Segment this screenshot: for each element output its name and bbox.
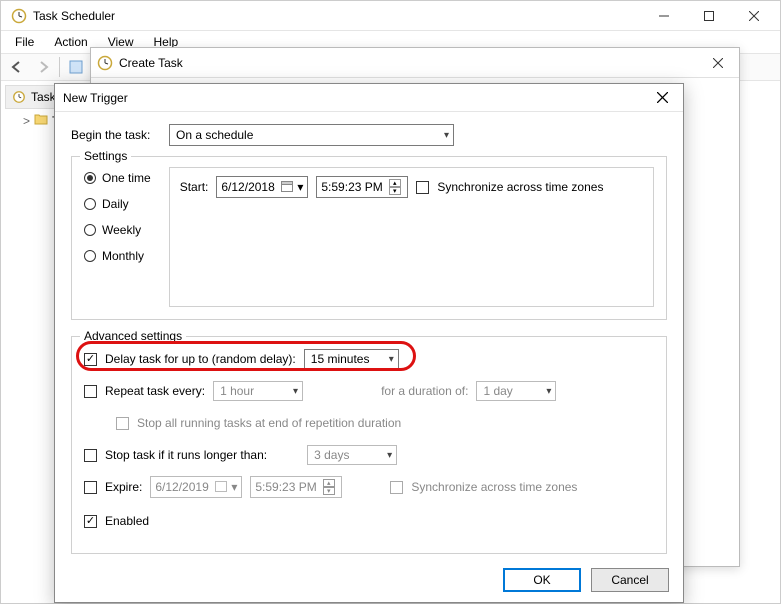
maximize-button[interactable] bbox=[686, 2, 731, 30]
radio-icon bbox=[84, 224, 96, 236]
expire-date-field[interactable]: 6/12/2019 ▾ bbox=[150, 476, 242, 498]
sync-tz-checkbox[interactable] bbox=[416, 181, 429, 194]
menu-file[interactable]: File bbox=[7, 33, 42, 51]
stop-if-checkbox[interactable] bbox=[84, 449, 97, 462]
start-date-field[interactable]: 6/12/2018 ▾ bbox=[216, 176, 308, 198]
start-time-value: 5:59:23 PM bbox=[321, 180, 382, 194]
dialog-button-row: OK Cancel bbox=[503, 568, 669, 592]
begin-task-combo[interactable]: On a schedule ▾ bbox=[169, 124, 454, 146]
chevron-down-icon: ▾ bbox=[387, 450, 392, 461]
radio-daily[interactable]: Daily bbox=[84, 197, 151, 211]
repeat-checkbox[interactable] bbox=[84, 385, 97, 398]
stop-if-value: 3 days bbox=[314, 448, 349, 462]
enabled-checkbox[interactable] bbox=[84, 515, 97, 528]
chevron-down-icon: ▾ bbox=[231, 480, 237, 494]
enabled-label: Enabled bbox=[105, 514, 149, 528]
start-label: Start: bbox=[180, 180, 209, 194]
stop-if-value-combo[interactable]: 3 days ▾ bbox=[307, 445, 397, 465]
folder-icon bbox=[34, 113, 48, 128]
ok-button[interactable]: OK bbox=[503, 568, 581, 592]
expire-time-field[interactable]: 5:59:23 PM ▴ ▾ bbox=[250, 476, 342, 498]
spin-down-icon[interactable]: ▾ bbox=[389, 187, 401, 195]
expire-date-value: 6/12/2019 bbox=[155, 480, 208, 494]
schedule-radio-group: One time Daily Weekly Monthly bbox=[84, 167, 151, 307]
nav-back-button[interactable] bbox=[5, 56, 29, 78]
begin-task-label: Begin the task: bbox=[71, 128, 159, 142]
create-task-titlebar: Create Task bbox=[91, 48, 739, 78]
radio-monthly[interactable]: Monthly bbox=[84, 249, 151, 263]
create-task-clock-icon bbox=[97, 55, 113, 71]
chevron-down-icon: ▾ bbox=[546, 386, 551, 397]
spin-down-icon[interactable]: ▾ bbox=[323, 487, 335, 495]
time-spinner[interactable]: ▴ ▾ bbox=[389, 179, 401, 195]
advanced-group: Advanced settings Delay task for up to (… bbox=[71, 336, 667, 554]
expire-sync-tz-label: Synchronize across time zones bbox=[411, 480, 577, 494]
new-trigger-dialog: New Trigger Begin the task: On a schedul… bbox=[54, 83, 684, 603]
task-scheduler-window: Task Scheduler File Action View Help Tas… bbox=[0, 0, 781, 604]
expire-checkbox[interactable] bbox=[84, 481, 97, 494]
settings-group: Settings One time Daily Weekly Monthly S… bbox=[71, 156, 667, 320]
time-spinner[interactable]: ▴ ▾ bbox=[323, 479, 335, 495]
trigger-title: New Trigger bbox=[63, 91, 128, 105]
radio-weekly[interactable]: Weekly bbox=[84, 223, 151, 237]
delay-value-combo[interactable]: 15 minutes ▾ bbox=[304, 349, 399, 369]
chevron-down-icon: ▾ bbox=[444, 130, 449, 141]
main-window-title: Task Scheduler bbox=[33, 9, 641, 23]
start-panel: Start: 6/12/2018 ▾ 5:59:23 PM bbox=[169, 167, 654, 307]
spin-up-icon[interactable]: ▴ bbox=[323, 479, 335, 487]
window-controls bbox=[641, 2, 776, 30]
spin-up-icon[interactable]: ▴ bbox=[389, 179, 401, 187]
stop-all-checkbox bbox=[116, 417, 129, 430]
nav-forward-button[interactable] bbox=[31, 56, 55, 78]
repeat-value: 1 hour bbox=[220, 384, 254, 398]
settings-legend: Settings bbox=[80, 149, 131, 163]
advanced-legend: Advanced settings bbox=[80, 329, 186, 343]
begin-task-value: On a schedule bbox=[176, 128, 253, 142]
duration-value: 1 day bbox=[483, 384, 512, 398]
radio-one-time[interactable]: One time bbox=[84, 171, 151, 185]
trigger-body: Begin the task: On a schedule ▾ Settings… bbox=[55, 112, 683, 566]
stop-if-label: Stop task if it runs longer than: bbox=[105, 448, 267, 462]
calendar-icon bbox=[281, 180, 293, 195]
tree-root-clock-icon bbox=[12, 90, 26, 104]
chevron-down-icon: ▾ bbox=[293, 386, 298, 397]
start-date-value: 6/12/2018 bbox=[221, 180, 274, 194]
radio-icon bbox=[84, 250, 96, 262]
minimize-button[interactable] bbox=[641, 2, 686, 30]
radio-icon bbox=[84, 172, 96, 184]
close-button[interactable] bbox=[731, 2, 776, 30]
delay-value: 15 minutes bbox=[311, 352, 370, 366]
trigger-titlebar: New Trigger bbox=[55, 84, 683, 112]
repeat-value-combo[interactable]: 1 hour ▾ bbox=[213, 381, 303, 401]
duration-value-combo[interactable]: 1 day ▾ bbox=[476, 381, 556, 401]
create-task-close-button[interactable] bbox=[703, 51, 733, 75]
toolbar-scope-button[interactable] bbox=[64, 56, 88, 78]
expire-label: Expire: bbox=[105, 480, 142, 494]
repeat-label: Repeat task every: bbox=[105, 384, 205, 398]
stop-all-label: Stop all running tasks at end of repetit… bbox=[137, 416, 401, 430]
create-task-title: Create Task bbox=[119, 56, 703, 70]
chevron-down-icon: ▾ bbox=[389, 354, 394, 365]
calendar-icon bbox=[215, 480, 227, 495]
menu-action[interactable]: Action bbox=[46, 33, 95, 51]
toolbar-separator bbox=[59, 57, 60, 77]
cancel-button[interactable]: Cancel bbox=[591, 568, 669, 592]
delay-label: Delay task for up to (random delay): bbox=[105, 352, 296, 366]
chevron-down-icon: ▾ bbox=[297, 180, 303, 194]
radio-icon bbox=[84, 198, 96, 210]
trigger-close-button[interactable] bbox=[649, 87, 675, 109]
main-titlebar: Task Scheduler bbox=[1, 1, 780, 31]
start-time-field[interactable]: 5:59:23 PM ▴ ▾ bbox=[316, 176, 408, 198]
expire-time-value: 5:59:23 PM bbox=[255, 480, 316, 494]
delay-checkbox[interactable] bbox=[84, 353, 97, 366]
sync-tz-label: Synchronize across time zones bbox=[437, 180, 603, 194]
app-clock-icon bbox=[11, 8, 27, 24]
tree-expand-icon[interactable]: > bbox=[23, 114, 30, 128]
duration-label: for a duration of: bbox=[381, 384, 468, 398]
expire-sync-tz-checkbox bbox=[390, 481, 403, 494]
